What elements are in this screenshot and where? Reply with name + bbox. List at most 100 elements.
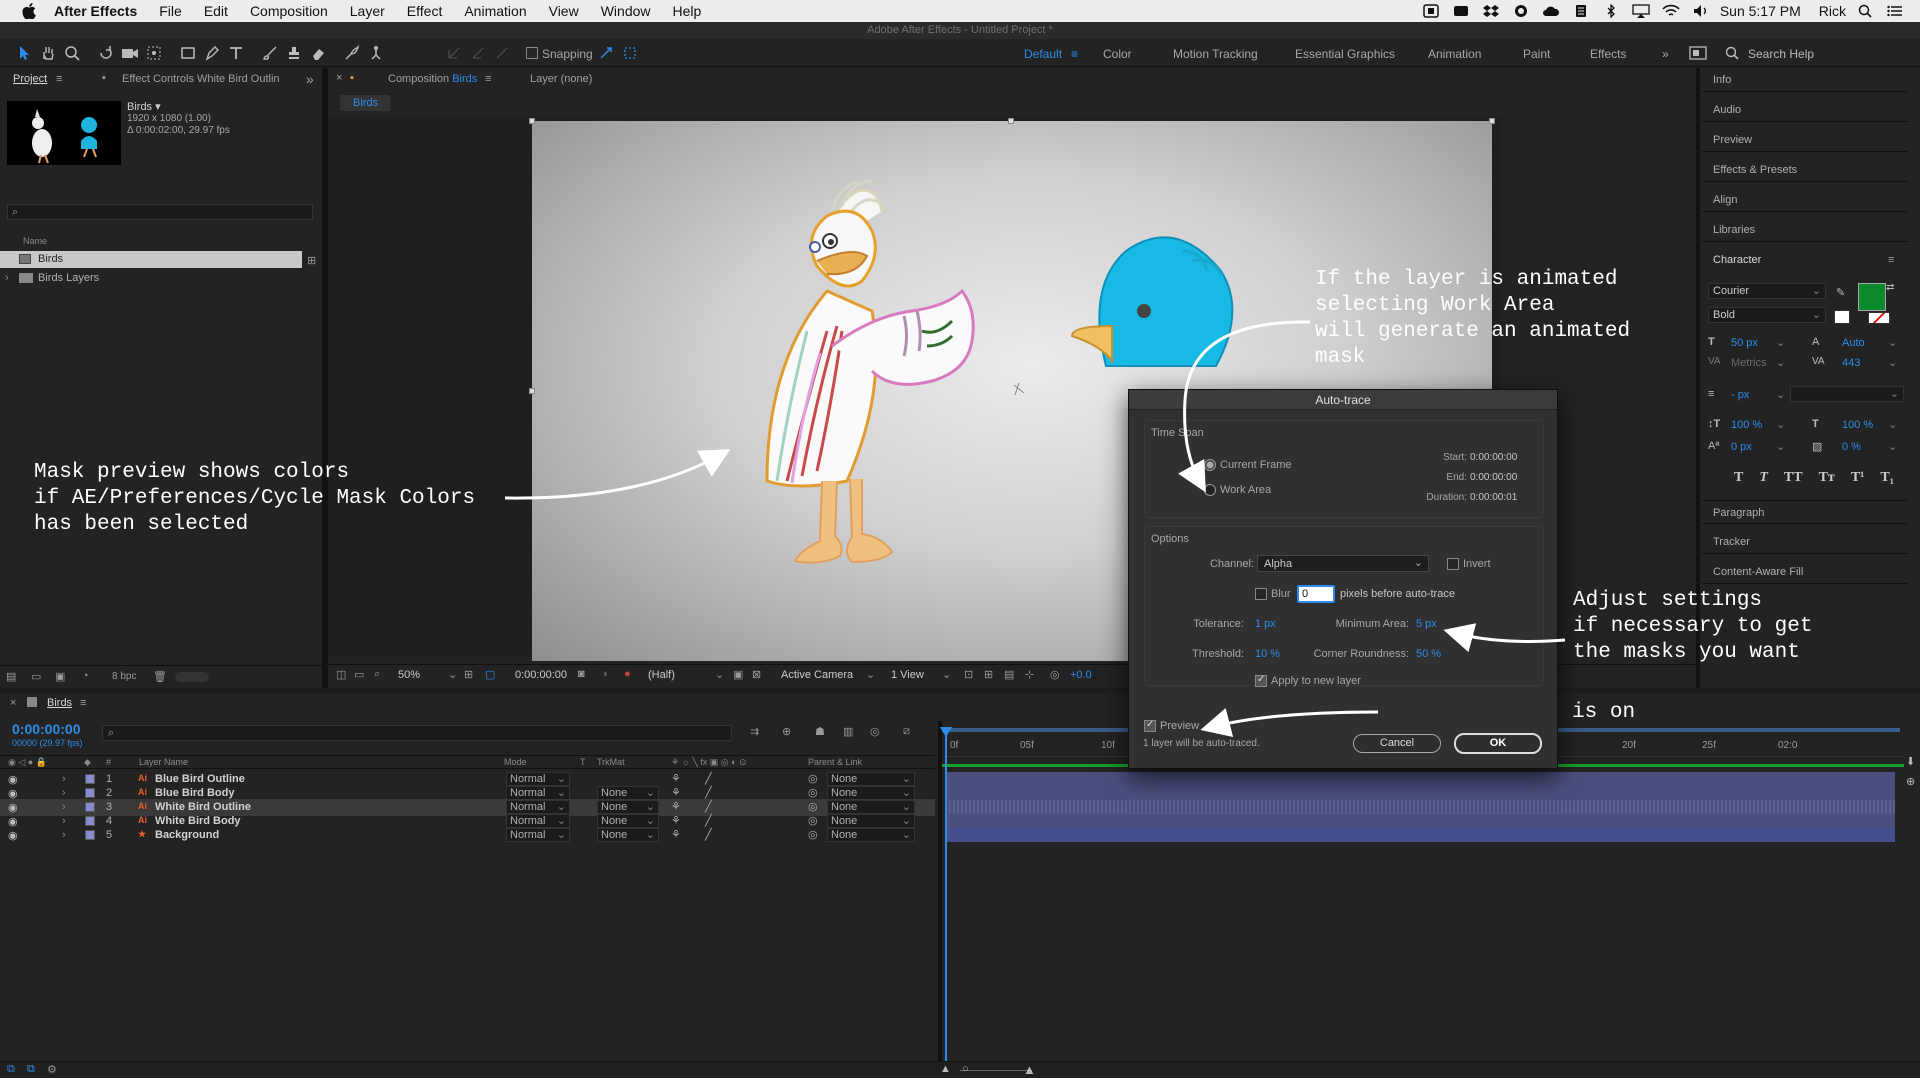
timeline-zoom-thumb[interactable]: ○ xyxy=(962,1063,969,1075)
camera-tool-icon[interactable] xyxy=(120,43,140,63)
current-frame-radio[interactable] xyxy=(1204,459,1216,471)
horizontal-scale-value[interactable]: 100 % xyxy=(1842,419,1873,431)
close-timeline-tab-icon[interactable]: × xyxy=(10,697,16,709)
flowchart-icon[interactable]: ⊞ xyxy=(307,254,316,267)
timeline-menu-icon[interactable]: ≡ xyxy=(80,697,86,709)
layer-name-header[interactable]: Layer Name xyxy=(139,757,188,767)
menu-animation[interactable]: Animation xyxy=(453,3,537,19)
comp-breadcrumb[interactable]: Birds xyxy=(340,95,390,111)
project-item-birds-layers[interactable]: › Birds Layers xyxy=(0,270,302,287)
expand-layer-switches-icon[interactable]: ⧉ xyxy=(7,1063,15,1076)
workspace-essential-graphics[interactable]: Essential Graphics xyxy=(1295,47,1395,61)
tsume-value[interactable]: 0 % xyxy=(1842,441,1861,453)
zoom-in-icon[interactable]: ▲ xyxy=(1023,1062,1036,1077)
rectangle-tool-icon[interactable] xyxy=(178,43,198,63)
trkmat-dropdown-icon[interactable]: ⌄ xyxy=(646,829,655,841)
preview-checkbox[interactable] xyxy=(1144,719,1156,732)
panel-tracker[interactable]: Tracker xyxy=(1702,530,1908,554)
horizontal-scale-dropdown-icon[interactable]: ⌄ xyxy=(1888,418,1897,431)
stroke-style-dropdown-icon[interactable]: ⌄ xyxy=(1890,387,1899,400)
parent-header[interactable]: Parent & Link xyxy=(808,757,862,767)
apple-icon[interactable] xyxy=(18,0,40,22)
menu-file[interactable]: File xyxy=(148,3,193,19)
tab-effect-controls[interactable]: Effect Controls White Bird Outlin xyxy=(122,73,280,85)
pickwhip-icon[interactable]: ◎ xyxy=(808,772,818,785)
screen-record-icon[interactable] xyxy=(1450,3,1472,19)
mode-header[interactable]: Mode xyxy=(504,757,527,767)
shy-switch-icon[interactable]: ⚘ xyxy=(671,772,681,785)
corner-roundness-value[interactable]: 50 % xyxy=(1416,648,1441,660)
apply-new-layer-checkbox[interactable] xyxy=(1255,674,1267,687)
pen-tool-icon[interactable] xyxy=(202,43,222,63)
layer-duration-bar[interactable] xyxy=(945,828,1895,842)
mode-dropdown-icon[interactable]: ⌄ xyxy=(557,787,566,799)
current-time-display[interactable]: 0:00:00:00 xyxy=(515,669,567,681)
airplay-icon[interactable] xyxy=(1630,3,1652,19)
menu-window[interactable]: Window xyxy=(590,3,662,19)
all-caps-icon[interactable]: TT xyxy=(1784,470,1803,486)
timeline-divider[interactable] xyxy=(938,721,942,1078)
current-frame-label[interactable]: Current Frame xyxy=(1220,459,1292,471)
snap-features-icon[interactable] xyxy=(620,43,640,63)
volume-icon[interactable] xyxy=(1690,3,1712,19)
parent-dropdown-icon[interactable]: ⌄ xyxy=(902,787,911,799)
project-item-birds[interactable]: Birds xyxy=(0,251,302,268)
layer-mode-select[interactable]: Normal ⌄ xyxy=(506,828,570,842)
project-search-input[interactable]: ⌕ xyxy=(7,204,313,220)
tab-project[interactable]: Project xyxy=(13,73,47,85)
panel-overflow-icon[interactable]: » xyxy=(306,71,314,87)
layer-parent-select[interactable]: None ⌄ xyxy=(827,786,915,800)
tracking-value[interactable]: 443 xyxy=(1842,357,1860,369)
always-preview-icon[interactable]: ◫ xyxy=(336,668,346,681)
layer-row[interactable]: ◉ › 5 ★ Background Normal ⌄ None ⌄ ⚘ ╱ ◎ None ⌄ xyxy=(0,827,935,844)
shy-switch-icon[interactable]: ⚘ xyxy=(671,828,681,841)
trkmat-header[interactable]: TrkMat xyxy=(597,757,625,767)
playhead[interactable] xyxy=(945,731,947,1078)
hand-tool-icon[interactable] xyxy=(38,43,58,63)
snapping-checkbox[interactable] xyxy=(526,47,538,59)
search-help-icon[interactable] xyxy=(1722,43,1742,63)
views-dropdown-icon[interactable]: ⌄ xyxy=(942,668,951,681)
zoom-dropdown-icon[interactable]: ⌄ xyxy=(448,668,457,681)
roto-brush-tool-icon[interactable] xyxy=(342,43,362,63)
mode-dropdown-icon[interactable]: ⌄ xyxy=(557,815,566,827)
shy-switch-icon[interactable]: ⚘ xyxy=(671,800,681,813)
layer-label-swatch[interactable] xyxy=(85,816,95,826)
layer-label-swatch[interactable] xyxy=(85,802,95,812)
layer-expand-icon[interactable]: › xyxy=(62,787,66,799)
new-composition-icon[interactable]: ▣ xyxy=(55,670,65,683)
tolerance-value[interactable]: 1 px xyxy=(1255,618,1276,630)
pickwhip-icon[interactable]: ◎ xyxy=(808,814,818,827)
tab-composition[interactable]: Composition Birds xyxy=(388,73,477,85)
threshold-value[interactable]: 10 % xyxy=(1255,648,1280,660)
notes-icon[interactable] xyxy=(1570,3,1592,19)
panel-audio[interactable]: Audio xyxy=(1702,98,1908,122)
layer-trkmat-select[interactable]: None ⌄ xyxy=(597,800,659,814)
leading-value[interactable]: Auto xyxy=(1842,337,1865,349)
tsume-dropdown-icon[interactable]: ⌄ xyxy=(1888,440,1897,453)
shy-switch-icon[interactable]: ⚘ xyxy=(671,786,681,799)
invert-label[interactable]: Invert xyxy=(1463,558,1491,570)
fill-color-swatch[interactable] xyxy=(1858,283,1886,311)
comp-panel-menu-icon[interactable]: ≡ xyxy=(485,73,491,85)
preview-label[interactable]: Preview xyxy=(1160,720,1199,732)
reset-exposure-icon[interactable]: ◎ xyxy=(1050,668,1060,681)
canvas-handle-tc[interactable] xyxy=(1008,118,1014,124)
panel-preview[interactable]: Preview xyxy=(1702,128,1908,152)
resolution-select[interactable]: (Half) xyxy=(648,669,675,681)
bit-depth-button[interactable]: 8 bpc xyxy=(112,671,136,682)
layer-label-swatch[interactable] xyxy=(85,774,95,784)
effect-controls-lock-icon[interactable]: ▪ xyxy=(102,72,106,84)
pickwhip-icon[interactable]: ◎ xyxy=(808,786,818,799)
font-size-dropdown-icon[interactable]: ⌄ xyxy=(1776,336,1785,349)
font-style-dropdown-icon[interactable]: ⌄ xyxy=(1812,308,1821,321)
trkmat-dropdown-icon[interactable]: ⌄ xyxy=(646,801,655,813)
workspace-paint[interactable]: Paint xyxy=(1523,47,1550,61)
t-header[interactable]: T xyxy=(580,757,586,767)
dropbox-icon[interactable] xyxy=(1480,3,1502,19)
wifi-icon[interactable] xyxy=(1660,3,1682,19)
font-family-dropdown-icon[interactable]: ⌄ xyxy=(1812,284,1821,297)
blur-pixels-input[interactable]: 0 xyxy=(1297,585,1335,603)
flowchart-view-icon[interactable]: ⊹ xyxy=(1025,668,1034,681)
layer-label-swatch[interactable] xyxy=(85,788,95,798)
